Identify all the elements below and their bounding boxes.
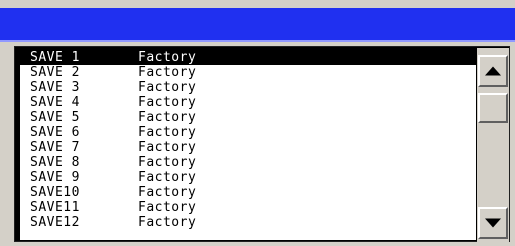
save-list-frame: SAVE 1 Factory SAVE 2 Factory SAVE 3 Fac… [14,46,510,242]
save-slot-name: SAVE 9 [30,170,80,185]
save-slot-name: SAVE 4 [30,95,80,110]
list-item[interactable]: SAVE 6 Factory [20,125,476,140]
list-item[interactable]: SAVE 9 Factory [20,170,476,185]
save-slot-name: SAVE10 [30,185,80,200]
save-slot-name: SAVE 3 [30,80,80,95]
save-slot-value: Factory [138,170,197,185]
save-slot-name: SAVE 2 [30,65,80,80]
scroll-down-button[interactable] [478,207,508,239]
list-item[interactable]: SAVE12 Factory [20,215,476,230]
save-slot-value: Factory [138,80,197,95]
save-slot-value: Factory [138,215,197,230]
save-slot-value: Factory [138,65,197,80]
list-item[interactable]: SAVE 2 Factory [20,65,476,80]
list-item[interactable]: SAVE 7 Factory [20,140,476,155]
save-slot-value: Factory [138,110,197,125]
save-slot-value: Factory [138,125,197,140]
list-item[interactable]: SAVE11 Factory [20,200,476,215]
save-slot-name: SAVE 8 [30,155,80,170]
save-slot-name: SAVE 5 [30,110,80,125]
save-slot-value: Factory [138,95,197,110]
list-item[interactable]: SAVE 8 Factory [20,155,476,170]
triangle-down-icon [485,218,501,228]
list-item[interactable]: SAVE 1 Factory [20,50,476,65]
save-slot-name: SAVE12 [30,215,80,230]
save-slot-value: Factory [138,155,197,170]
save-slot-name: SAVE 1 [30,50,80,65]
save-slot-name: SAVE 7 [30,140,80,155]
scroll-up-button[interactable] [478,55,508,87]
vertical-scrollbar[interactable] [477,48,509,242]
list-item[interactable]: SAVE10 Factory [20,185,476,200]
save-slot-value: Factory [138,200,197,215]
save-slot-value: Factory [138,140,197,155]
save-slot-name: SAVE11 [30,200,80,215]
list-item[interactable]: SAVE 5 Factory [20,110,476,125]
title-bar [0,8,515,42]
save-slot-value: Factory [138,185,197,200]
triangle-up-icon [485,66,501,76]
save-list[interactable]: SAVE 1 Factory SAVE 2 Factory SAVE 3 Fac… [20,50,476,240]
save-slot-name: SAVE 6 [30,125,80,140]
save-slot-value: Factory [138,50,197,65]
list-item[interactable]: SAVE 4 Factory [20,95,476,110]
list-item[interactable]: SAVE 3 Factory [20,80,476,95]
scrollbar-thumb[interactable] [478,93,508,123]
